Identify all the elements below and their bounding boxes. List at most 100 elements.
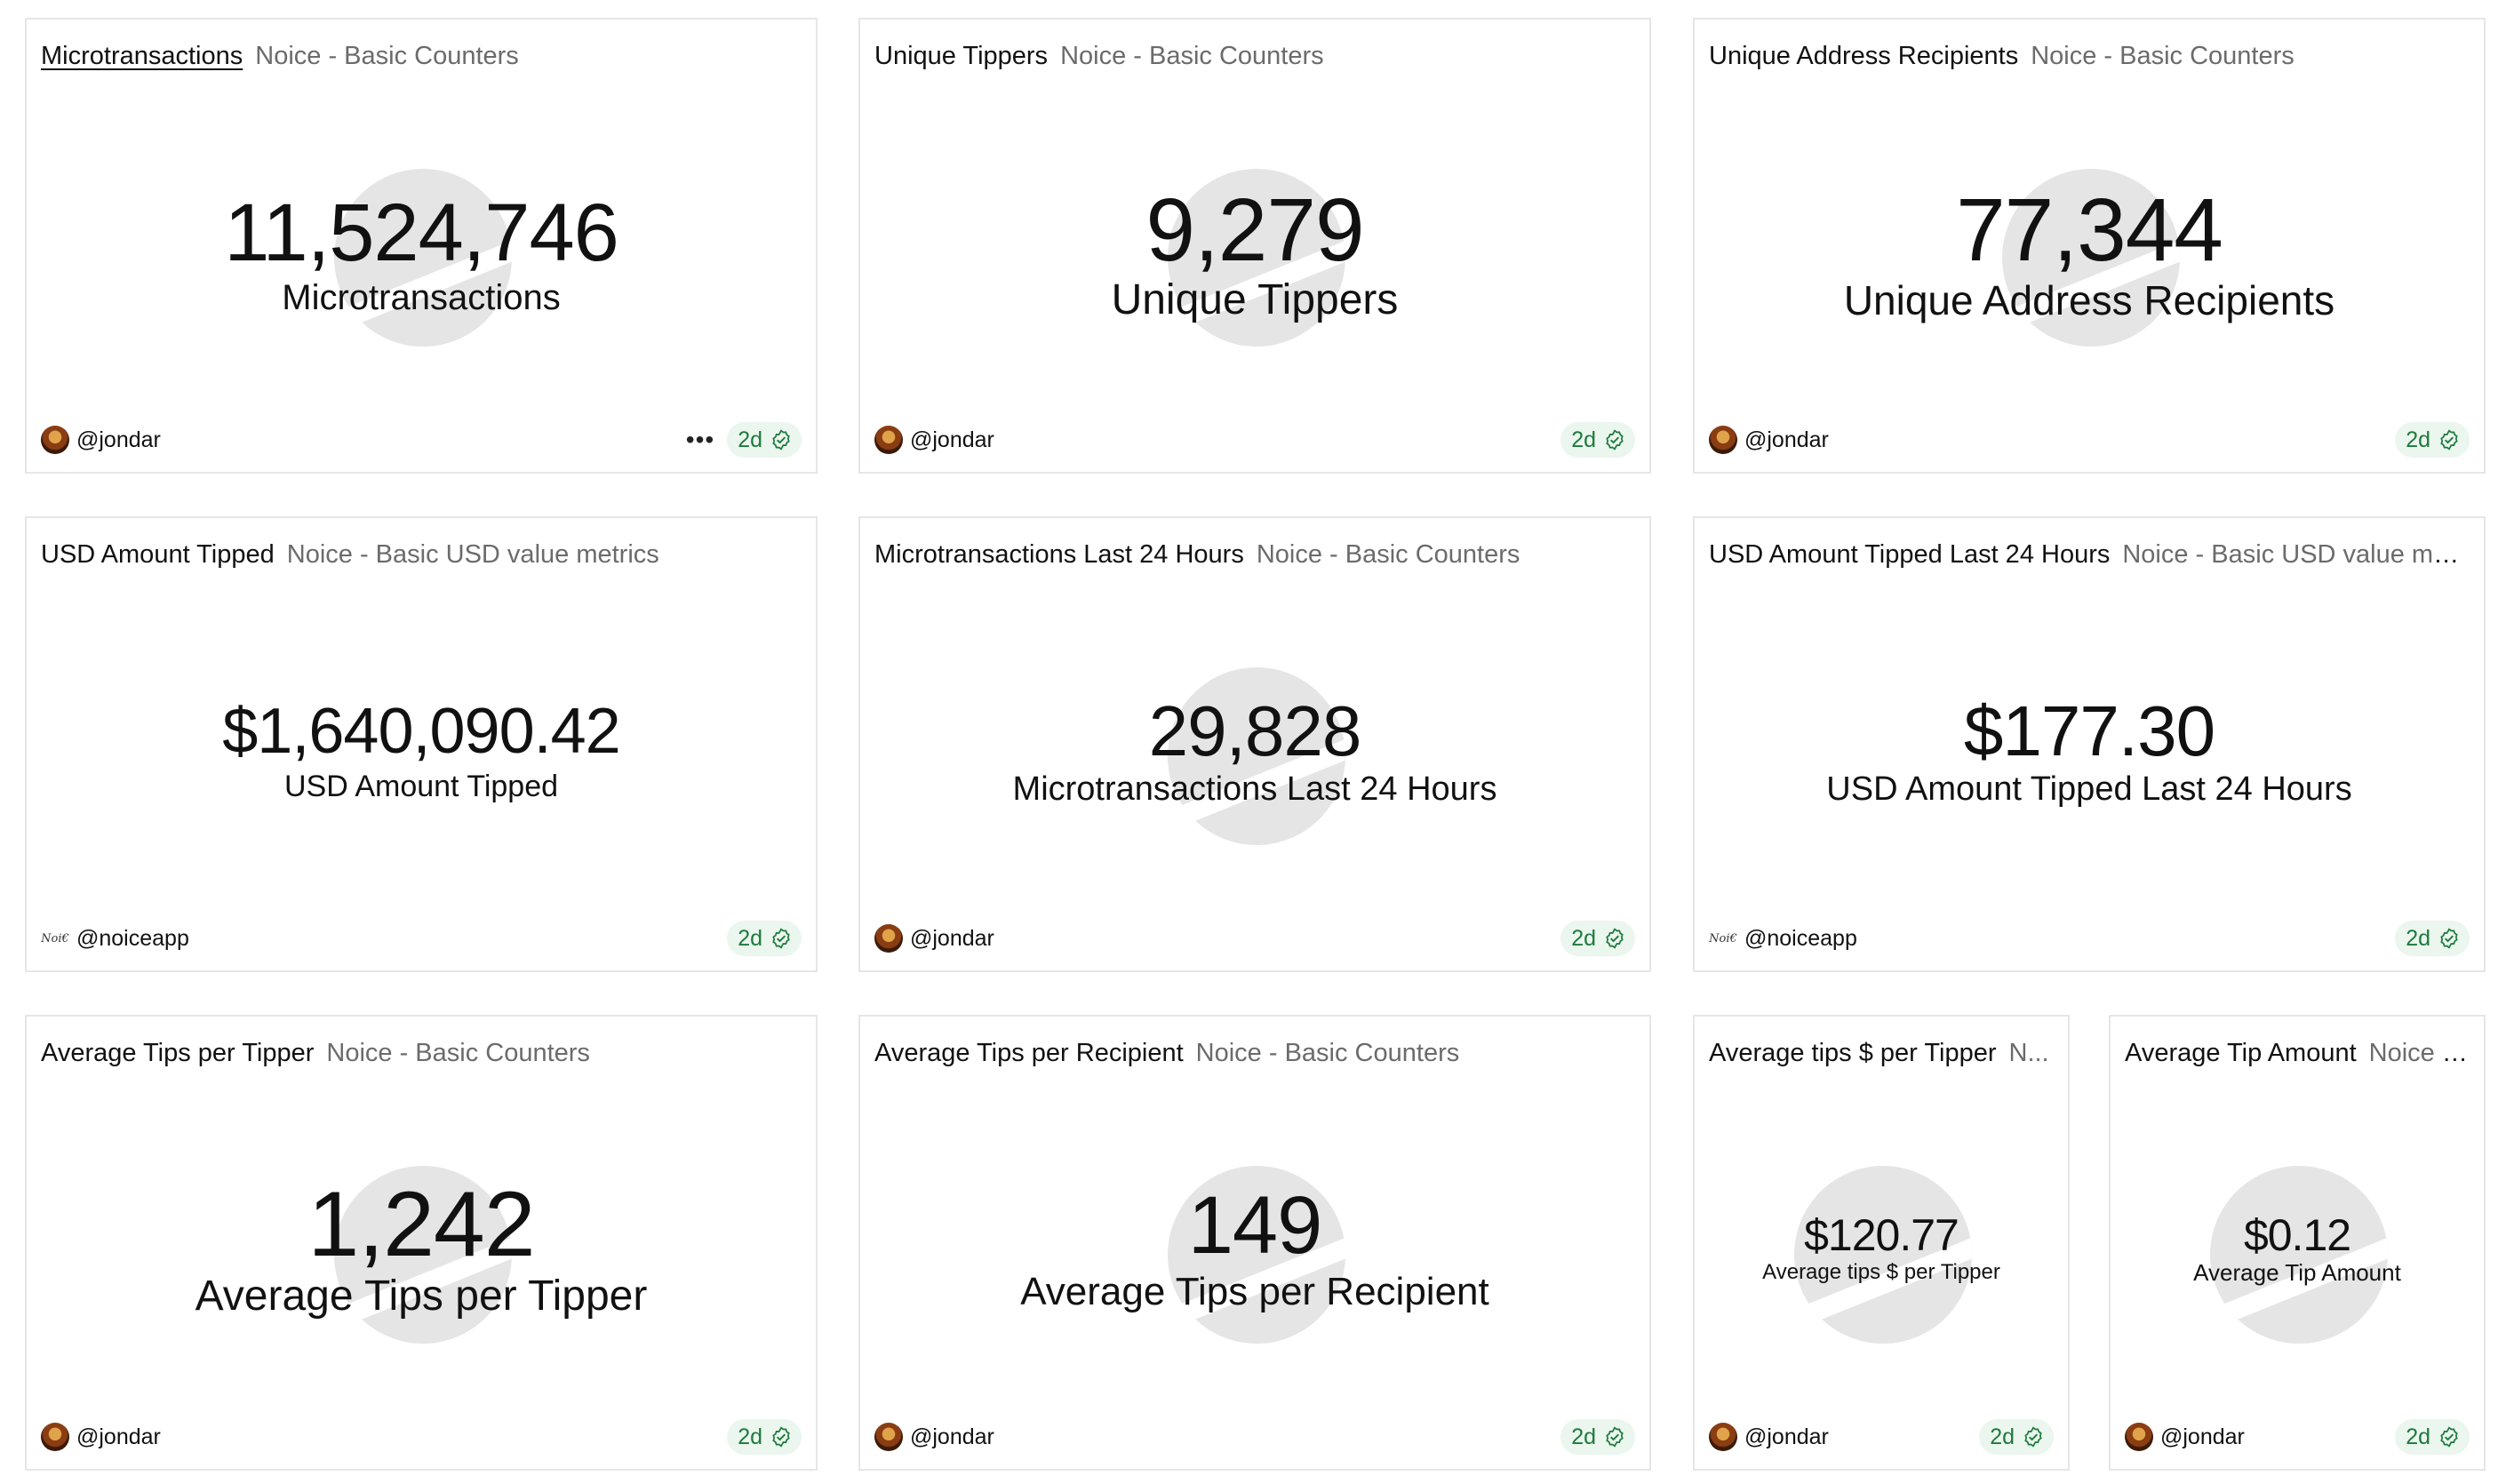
counter-card-microtransactions-24h[interactable]: Microtransactions Last 24 Hours Noice - B… <box>858 516 1651 972</box>
counter-label: Unique Tippers <box>1111 276 1399 323</box>
counter-display: 149 Average Tips per Recipient <box>860 1182 1649 1315</box>
check-circle-icon <box>2440 928 2458 949</box>
counter-display: 1,242 Average Tips per Tipper <box>27 1177 816 1320</box>
card-footer: @jondar 2d <box>41 1419 802 1455</box>
card-subtitle[interactable]: Noice - Basic Counters <box>1196 1039 1460 1067</box>
refresh-status-badge[interactable]: 2d <box>2395 422 2470 458</box>
author-link[interactable]: Noi€ @noiceapp <box>1709 921 1857 956</box>
card-title-link[interactable]: Microtransactions <box>41 42 243 70</box>
card-footer: @jondar 2d <box>874 422 1635 458</box>
card-subtitle[interactable]: Noice - Basic Counters <box>1257 540 1520 569</box>
card-subtitle[interactable]: Noice - Basic USD value metrics <box>287 540 659 569</box>
badge-age: 2d <box>2406 1424 2430 1449</box>
counter-card-average-tips-usd-per-tipper[interactable]: Average tips $ per Tipper N... $120.77 Av… <box>1693 1015 2070 1471</box>
card-title-link[interactable]: Average tips $ per Tipper <box>1709 1039 1997 1067</box>
counter-card-microtransactions[interactable]: Microtransactions Noice - Basic Counters … <box>25 18 818 474</box>
author-link[interactable]: Noi€ @noiceapp <box>41 921 189 956</box>
author-name[interactable]: @jondar <box>1744 1424 1829 1450</box>
refresh-status-badge[interactable]: 2d <box>727 422 802 458</box>
author-link[interactable]: @jondar <box>41 422 161 458</box>
counter-value: 9,279 <box>1145 180 1364 280</box>
card-title-link[interactable]: Unique Address Recipients <box>1709 42 2018 70</box>
author-link[interactable]: @jondar <box>874 422 994 458</box>
card-subtitle[interactable]: Noice - Basic USD value metr... <box>2122 540 2470 569</box>
check-circle-icon <box>1606 928 1624 949</box>
counter-card-average-tips-per-tipper[interactable]: Average Tips per Tipper Noice - Basic Cou… <box>25 1015 818 1471</box>
counter-card-usd-amount-tipped-24h[interactable]: USD Amount Tipped Last 24 Hours Noice - B… <box>1693 516 2486 972</box>
counter-card-unique-tippers[interactable]: Unique Tippers Noice - Basic Counters 9,2… <box>858 18 1651 474</box>
card-subtitle[interactable]: Noice -... <box>2369 1039 2470 1067</box>
refresh-status-badge[interactable]: 2d <box>1560 1419 1635 1455</box>
avatar-icon <box>1709 1423 1737 1451</box>
card-footer: @jondar 2d <box>1709 1419 2054 1455</box>
avatar-icon <box>874 924 903 953</box>
check-circle-icon <box>772 1426 790 1448</box>
author-name[interactable]: @jondar <box>910 926 994 952</box>
author-name[interactable]: @jondar <box>76 427 161 453</box>
card-title-link[interactable]: Unique Tippers <box>874 42 1048 70</box>
card-footer: Noi€ @noiceapp 2d <box>41 921 802 956</box>
counter-label: Microtransactions <box>282 278 561 317</box>
refresh-status-badge[interactable]: 2d <box>2395 921 2470 956</box>
card-subtitle[interactable]: Noice - Basic Counters <box>1060 42 1324 70</box>
refresh-status-badge[interactable]: 2d <box>1979 1419 2054 1455</box>
author-link[interactable]: @jondar <box>41 1419 161 1455</box>
refresh-status-badge[interactable]: 2d <box>1560 921 1635 956</box>
author-name[interactable]: @jondar <box>910 1424 994 1450</box>
card-header: Microtransactions Noice - Basic Counters <box>41 39 802 73</box>
counter-value: 77,344 <box>1956 180 2223 280</box>
counter-value: $120.77 <box>1804 1210 1959 1260</box>
refresh-status-badge[interactable]: 2d <box>2395 1419 2470 1455</box>
counter-card-unique-address-recipients[interactable]: Unique Address Recipients Noice - Basic C… <box>1693 18 2486 474</box>
card-header: Average Tips per Recipient Noice - Basic … <box>874 1036 1635 1070</box>
author-link[interactable]: @jondar <box>874 921 994 956</box>
card-header: Unique Tippers Noice - Basic Counters <box>874 39 1635 73</box>
author-link[interactable]: @jondar <box>1709 422 1829 458</box>
author-link[interactable]: @jondar <box>874 1419 994 1455</box>
author-link[interactable]: @jondar <box>1709 1419 1829 1455</box>
counter-display: $177.30 USD Amount Tipped Last 24 Hours <box>1695 694 2484 810</box>
counter-display: 11,524,746 Microtransactions <box>27 188 816 318</box>
card-title-link[interactable]: Average Tip Amount <box>2125 1039 2357 1067</box>
card-subtitle[interactable]: Noice - Basic Counters <box>255 42 519 70</box>
author-name[interactable]: @jondar <box>76 1424 161 1450</box>
card-subtitle[interactable]: Noice - Basic Counters <box>2031 42 2295 70</box>
card-title-link[interactable]: USD Amount Tipped <box>41 540 275 569</box>
counter-value: 1,242 <box>307 1173 535 1276</box>
counter-card-average-tip-amount[interactable]: Average Tip Amount Noice -... $0.12 Avera… <box>2109 1015 2486 1471</box>
card-header: USD Amount Tipped Noice - Basic USD value… <box>41 538 802 571</box>
card-title-link[interactable]: USD Amount Tipped Last 24 Hours <box>1709 540 2110 569</box>
counter-display: $1,640,090.42 USD Amount Tipped <box>27 696 816 806</box>
counter-display: $120.77 Average tips $ per Tipper <box>1695 1210 2068 1285</box>
author-name[interactable]: @jondar <box>910 427 994 453</box>
card-header: Average Tip Amount Noice -... <box>2125 1036 2470 1070</box>
counter-value: 149 <box>1187 1180 1323 1271</box>
author-name[interactable]: @jondar <box>2160 1424 2245 1450</box>
counter-display: 77,344 Unique Address Recipients <box>1695 183 2484 323</box>
card-subtitle[interactable]: N... <box>2009 1039 2049 1067</box>
card-title-link[interactable]: Average Tips per Tipper <box>41 1039 314 1067</box>
author-name[interactable]: @noiceapp <box>1744 926 1857 952</box>
card-footer: @jondar 2d <box>874 1419 1635 1455</box>
check-circle-icon <box>1606 1426 1624 1448</box>
avatar-icon <box>874 426 903 454</box>
noice-logo-icon: Noi€ <box>1709 931 1737 945</box>
avatar-icon <box>874 1423 903 1451</box>
refresh-status-badge[interactable]: 2d <box>1560 422 1635 458</box>
author-name[interactable]: @noiceapp <box>76 926 189 952</box>
more-dots-icon[interactable]: ••• <box>686 422 714 458</box>
counter-card-usd-amount-tipped[interactable]: USD Amount Tipped Noice - Basic USD value… <box>25 516 818 972</box>
author-name[interactable]: @jondar <box>1744 427 1829 453</box>
refresh-status-badge[interactable]: 2d <box>727 921 802 956</box>
card-footer: @jondar 2d <box>874 921 1635 956</box>
author-link[interactable]: @jondar <box>2125 1419 2245 1455</box>
card-title-link[interactable]: Average Tips per Recipient <box>874 1039 1184 1067</box>
card-footer: @jondar 2d <box>2125 1419 2470 1455</box>
counter-label: Average tips $ per Tipper <box>1762 1260 2000 1284</box>
counter-display: 9,279 Unique Tippers <box>860 183 1649 323</box>
card-subtitle[interactable]: Noice - Basic Counters <box>326 1039 590 1067</box>
counter-label: Average Tips per Recipient <box>1020 1270 1489 1313</box>
refresh-status-badge[interactable]: 2d <box>727 1419 802 1455</box>
counter-card-average-tips-per-recipient[interactable]: Average Tips per Recipient Noice - Basic … <box>858 1015 1651 1471</box>
card-title-link[interactable]: Microtransactions Last 24 Hours <box>874 540 1244 569</box>
